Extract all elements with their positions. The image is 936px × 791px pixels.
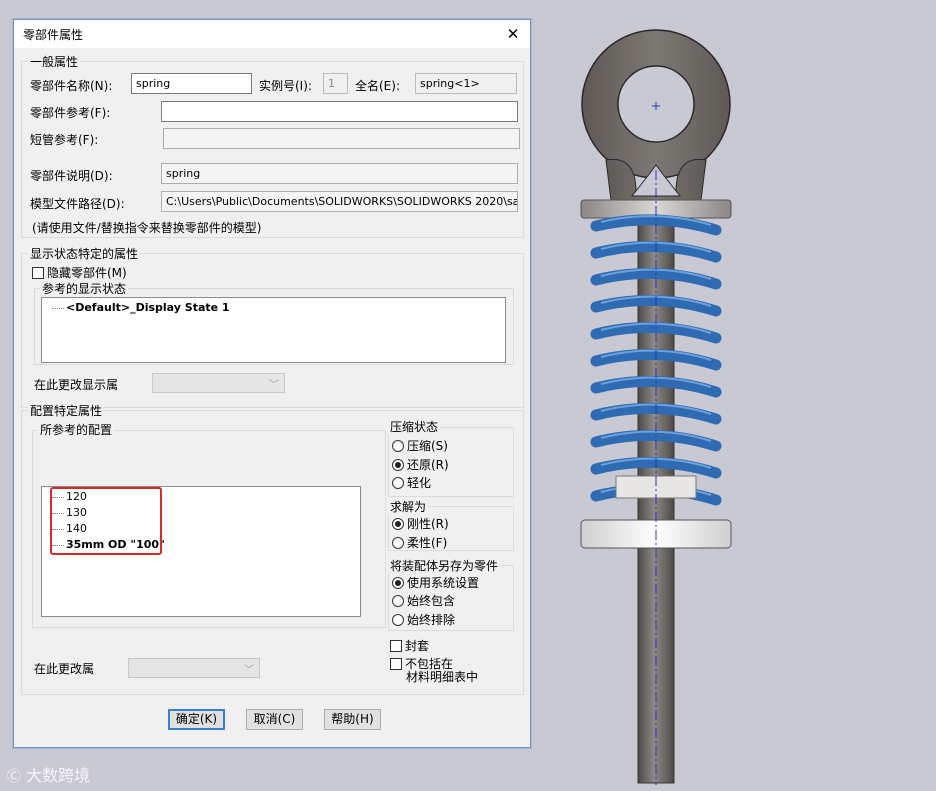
checkbox-box[interactable]: [390, 640, 402, 652]
radio-lightweight[interactable]: 轻化: [392, 474, 431, 491]
suppression-label: 压缩状态: [388, 418, 441, 435]
tree-connector: [52, 307, 64, 309]
envelope-checkbox[interactable]: 封套: [390, 637, 429, 654]
save-as-part-label: 将装配体另存为零件: [388, 557, 501, 574]
hide-component-label: 隐藏零部件(M): [47, 266, 127, 280]
dialog-title: 零部件属性: [23, 28, 84, 42]
full-name-field: spring<1>: [415, 73, 517, 94]
ok-button[interactable]: 确定(K): [168, 709, 225, 730]
radio-rigid[interactable]: 刚性(R): [392, 515, 449, 532]
chevron-down-icon: ﹀: [244, 665, 254, 676]
change-display-label: 在此更改显示属: [34, 378, 119, 392]
close-icon[interactable]: ✕: [502, 23, 524, 45]
radio-system-settings[interactable]: 使用系统设置: [392, 574, 479, 591]
watermark: Ⓒ 大数跨境: [7, 762, 90, 786]
radio-flexible-label: 柔性(F): [407, 536, 448, 550]
checkbox-box[interactable]: [32, 267, 44, 279]
change-config-label: 在此更改属: [34, 662, 95, 676]
radio-always-include-label: 始终包含: [407, 594, 456, 608]
model-path-label: 模型文件路径(D):: [30, 197, 125, 211]
display-states-list[interactable]: <Default>_Display State 1: [41, 297, 506, 363]
chevron-down-icon: ﹀: [269, 380, 279, 391]
title-bar[interactable]: 零部件属性 ✕: [14, 20, 530, 48]
component-description-field: spring: [161, 163, 518, 184]
replace-model-note: (请使用文件/替换指令来替换零部件的模型): [32, 221, 262, 235]
hide-component-checkbox[interactable]: 隐藏零部件(M): [32, 264, 127, 281]
component-description-label: 零部件说明(D):: [30, 169, 113, 183]
radio-circle[interactable]: [392, 537, 404, 549]
radio-circle[interactable]: [392, 477, 404, 489]
display-group-label: 显示状态特定的属性: [28, 245, 141, 262]
component-reference-label: 零部件参考(F):: [30, 106, 111, 120]
component-name-input[interactable]: spring: [131, 73, 252, 94]
config-group-label: 配置特定属性: [28, 402, 105, 419]
red-highlight-box: [50, 487, 162, 555]
radio-circle[interactable]: [392, 595, 404, 607]
general-group-label: 一般属性: [28, 53, 81, 70]
radio-always-exclude[interactable]: 始终排除: [392, 611, 455, 628]
help-button[interactable]: 帮助(H): [324, 709, 381, 730]
component-reference-input[interactable]: [161, 101, 518, 122]
radio-circle[interactable]: [392, 614, 404, 626]
radio-lightweight-label: 轻化: [407, 476, 432, 490]
radio-circle[interactable]: [392, 577, 404, 589]
logo-icon: Ⓒ: [7, 769, 21, 785]
exclude-bom-label-line2: 材料明细表中: [406, 670, 479, 684]
radio-always-exclude-label: 始终排除: [407, 613, 456, 627]
radio-flexible[interactable]: 柔性(F): [392, 534, 447, 551]
display-props-combo[interactable]: ﹀: [152, 373, 285, 393]
radio-suppress-label: 压缩(S): [407, 439, 448, 453]
radio-resolve-label: 还原(R): [407, 458, 449, 472]
model-viewport[interactable]: [576, 0, 936, 791]
radio-resolve[interactable]: 还原(R): [392, 456, 449, 473]
component-name-label: 零部件名称(N):: [30, 79, 113, 93]
ref-configs-label: 所参考的配置: [38, 421, 115, 438]
radio-suppress[interactable]: 压缩(S): [392, 437, 448, 454]
radio-circle[interactable]: [392, 440, 404, 452]
solve-as-label: 求解为: [388, 498, 429, 515]
radio-circle[interactable]: [392, 459, 404, 471]
config-props-combo[interactable]: ﹀: [128, 658, 260, 678]
display-state-text: <Default>_Display State 1: [66, 301, 230, 314]
instance-id-label: 实例号(I):: [259, 79, 312, 93]
instance-id-field: 1: [323, 73, 348, 94]
radio-always-include[interactable]: 始终包含: [392, 592, 455, 609]
watermark-text: 大数跨境: [26, 766, 91, 785]
radio-circle[interactable]: [392, 518, 404, 530]
checkbox-box[interactable]: [390, 658, 402, 670]
full-name-label: 全名(E):: [355, 79, 400, 93]
short-reference-label: 短管参考(F):: [30, 133, 99, 147]
radio-system-settings-label: 使用系统设置: [407, 576, 480, 590]
ref-display-states-label: 参考的显示状态: [40, 280, 129, 297]
envelope-label: 封套: [405, 639, 430, 653]
cancel-button[interactable]: 取消(C): [246, 709, 303, 730]
list-item[interactable]: <Default>_Display State 1: [52, 301, 230, 314]
short-reference-field: [163, 128, 520, 149]
model-path-field: C:\Users\Public\Documents\SOLIDWORKS\SOL…: [161, 191, 518, 212]
component-properties-dialog: 零部件属性 ✕ 一般属性 零部件名称(N): spring 实例号(I): 1 …: [13, 19, 531, 748]
radio-rigid-label: 刚性(R): [407, 517, 449, 531]
